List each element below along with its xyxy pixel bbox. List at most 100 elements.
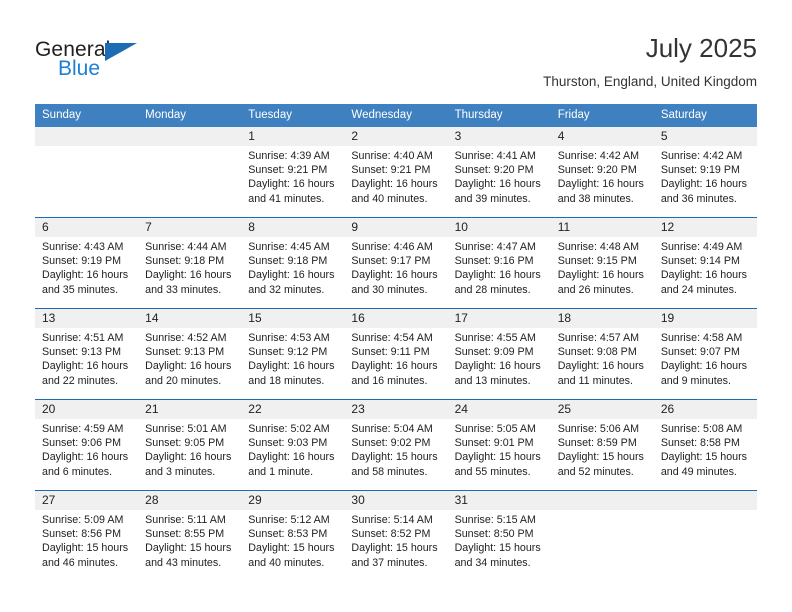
sunrise-text: Sunrise: 5:06 AM — [557, 423, 640, 435]
sunset-text: Sunset: 9:01 PM — [454, 437, 534, 450]
daylight-text: Daylight: 16 hours — [145, 360, 232, 373]
day-number[interactable]: 31 — [448, 491, 551, 510]
sunrise-text: Sunrise: 4:49 AM — [660, 241, 743, 253]
sunrise-text: Sunrise: 4:42 AM — [557, 150, 640, 162]
day-number[interactable]: 1 — [241, 127, 344, 146]
day-cell[interactable]: Sunrise: 4:55 AM Sunset: 9:09 PM Daylight:… — [448, 328, 551, 399]
sunset-text: Sunset: 9:02 PM — [351, 437, 431, 450]
day-number[interactable]: 5 — [654, 127, 757, 146]
day-cell-empty — [138, 146, 241, 217]
day-number[interactable]: 11 — [551, 218, 654, 237]
daylight-text-cont: and 3 minutes. — [145, 465, 216, 478]
day-number[interactable]: 25 — [551, 400, 654, 419]
day-cell[interactable]: Sunrise: 4:47 AM Sunset: 9:16 PM Daylight:… — [448, 237, 551, 308]
daylight-text: Daylight: 16 hours — [248, 178, 335, 191]
day-cell[interactable]: Sunrise: 4:58 AM Sunset: 9:07 PM Daylight:… — [654, 328, 757, 399]
sunrise-text: Sunrise: 4:47 AM — [454, 241, 536, 253]
day-number[interactable]: 16 — [344, 309, 447, 328]
day-cell[interactable]: Sunrise: 4:42 AM Sunset: 9:19 PM Daylight:… — [654, 146, 757, 217]
day-cell[interactable]: Sunrise: 5:06 AM Sunset: 8:59 PM Daylight:… — [551, 419, 654, 490]
day-number[interactable]: 17 — [448, 309, 551, 328]
sunrise-text: Sunrise: 4:41 AM — [454, 150, 536, 162]
day-number[interactable]: 18 — [551, 309, 654, 328]
day-cell[interactable]: Sunrise: 4:43 AM Sunset: 9:19 PM Daylight:… — [35, 237, 138, 308]
day-number[interactable]: 3 — [448, 127, 551, 146]
sunrise-text: Sunrise: 5:12 AM — [248, 514, 330, 526]
day-cell[interactable]: Sunrise: 5:04 AM Sunset: 9:02 PM Daylight:… — [344, 419, 447, 490]
day-number[interactable]: 2 — [344, 127, 447, 146]
day-cell[interactable]: Sunrise: 4:45 AM Sunset: 9:18 PM Daylight:… — [241, 237, 344, 308]
day-number[interactable]: 6 — [35, 218, 138, 237]
sunset-text: Sunset: 9:18 PM — [145, 255, 225, 268]
day-cell[interactable]: Sunrise: 4:49 AM Sunset: 9:14 PM Daylight:… — [654, 237, 757, 308]
day-number[interactable]: 26 — [654, 400, 757, 419]
day-cell[interactable]: Sunrise: 4:59 AM Sunset: 9:06 PM Daylight:… — [35, 419, 138, 490]
day-number[interactable]: 20 — [35, 400, 138, 419]
day-cell[interactable]: Sunrise: 5:08 AM Sunset: 8:58 PM Daylight:… — [654, 419, 757, 490]
day-cell[interactable]: Sunrise: 4:54 AM Sunset: 9:11 PM Daylight:… — [344, 328, 447, 399]
sunrise-text: Sunrise: 4:48 AM — [557, 241, 640, 253]
day-number[interactable]: 29 — [241, 491, 344, 510]
day-cell[interactable]: Sunrise: 5:09 AM Sunset: 8:56 PM Daylight:… — [35, 510, 138, 581]
calendar-week-row: 6 7 8 9 10 11 12 Sunrise: 4:43 AM Sunset: 9:19 P… — [35, 217, 757, 308]
day-cell[interactable]: Sunrise: 5:12 AM Sunset: 8:53 PM Daylight:… — [241, 510, 344, 581]
weekday-header-tuesday: Tuesday — [248, 109, 292, 121]
day-number[interactable]: 4 — [551, 127, 654, 146]
daylight-text: Daylight: 16 hours — [42, 360, 129, 373]
day-details-band: Sunrise: 4:51 AM Sunset: 9:13 PM Daylight:… — [35, 328, 757, 399]
day-number[interactable]: 7 — [138, 218, 241, 237]
sunrise-text: Sunrise: 5:02 AM — [248, 423, 330, 435]
generalblue-logo[interactable]: General Blue — [35, 38, 215, 84]
calendar-weeks: 1 2 3 4 5 Sunrise: 4:39 AM Sunset: 9:21 PM Dayl… — [35, 127, 757, 581]
weekday-header-row: Sunday Monday Tuesday Wednesday Thursday… — [35, 104, 757, 127]
day-cell[interactable]: Sunrise: 4:42 AM Sunset: 9:20 PM Daylight:… — [551, 146, 654, 217]
day-cell[interactable]: Sunrise: 5:01 AM Sunset: 9:05 PM Daylight:… — [138, 419, 241, 490]
page-title: July 2025 — [645, 33, 757, 63]
day-number[interactable]: 27 — [35, 491, 138, 510]
day-cell[interactable]: Sunrise: 5:15 AM Sunset: 8:50 PM Daylight:… — [448, 510, 551, 581]
day-cell[interactable]: Sunrise: 4:39 AM Sunset: 9:21 PM Daylight:… — [241, 146, 344, 217]
day-cell[interactable]: Sunrise: 4:57 AM Sunset: 9:08 PM Daylight:… — [551, 328, 654, 399]
day-number[interactable]: 9 — [344, 218, 447, 237]
day-cell[interactable]: Sunrise: 4:53 AM Sunset: 9:12 PM Daylight:… — [241, 328, 344, 399]
day-cell[interactable]: Sunrise: 5:02 AM Sunset: 9:03 PM Daylight:… — [241, 419, 344, 490]
sunset-text: Sunset: 8:59 PM — [557, 437, 637, 450]
sunrise-text: Sunrise: 5:11 AM — [145, 514, 226, 526]
sunset-text: Sunset: 9:08 PM — [557, 346, 637, 359]
daylight-text-cont: and 26 minutes. — [557, 283, 634, 296]
daylight-text-cont: and 55 minutes. — [454, 465, 531, 478]
day-number[interactable]: 14 — [138, 309, 241, 328]
sunset-text: Sunset: 8:55 PM — [145, 528, 225, 541]
day-cell[interactable]: Sunrise: 5:14 AM Sunset: 8:52 PM Daylight:… — [344, 510, 447, 581]
day-cell[interactable]: Sunrise: 5:11 AM Sunset: 8:55 PM Daylight:… — [138, 510, 241, 581]
day-number[interactable]: 28 — [138, 491, 241, 510]
day-number[interactable]: 24 — [448, 400, 551, 419]
sunset-text: Sunset: 9:20 PM — [454, 164, 534, 177]
day-cell[interactable]: Sunrise: 4:41 AM Sunset: 9:20 PM Daylight:… — [448, 146, 551, 217]
day-cell[interactable]: Sunrise: 4:48 AM Sunset: 9:15 PM Daylight:… — [551, 237, 654, 308]
daylight-text-cont: and 39 minutes. — [454, 192, 531, 205]
day-number[interactable]: 30 — [344, 491, 447, 510]
day-cell[interactable]: Sunrise: 4:51 AM Sunset: 9:13 PM Daylight:… — [35, 328, 138, 399]
day-number-band: 6 7 8 9 10 11 12 — [35, 218, 757, 237]
day-number[interactable]: 12 — [654, 218, 757, 237]
sunset-text: Sunset: 9:11 PM — [351, 346, 430, 359]
day-number[interactable]: 22 — [241, 400, 344, 419]
day-cell-empty — [551, 510, 654, 581]
day-number[interactable]: 23 — [344, 400, 447, 419]
daylight-text-cont: and 52 minutes. — [557, 465, 634, 478]
day-number[interactable]: 15 — [241, 309, 344, 328]
sunset-text: Sunset: 9:16 PM — [454, 255, 534, 268]
day-cell[interactable]: Sunrise: 5:05 AM Sunset: 9:01 PM Daylight:… — [448, 419, 551, 490]
day-number[interactable]: 8 — [241, 218, 344, 237]
day-number-band: 27 28 29 30 31 — [35, 491, 757, 510]
day-cell[interactable]: Sunrise: 4:46 AM Sunset: 9:17 PM Daylight:… — [344, 237, 447, 308]
day-cell[interactable]: Sunrise: 4:44 AM Sunset: 9:18 PM Daylight:… — [138, 237, 241, 308]
daylight-text-cont: and 40 minutes. — [351, 192, 428, 205]
day-number[interactable]: 19 — [654, 309, 757, 328]
day-cell[interactable]: Sunrise: 4:40 AM Sunset: 9:21 PM Daylight:… — [344, 146, 447, 217]
day-cell[interactable]: Sunrise: 4:52 AM Sunset: 9:13 PM Daylight:… — [138, 328, 241, 399]
day-number[interactable]: 13 — [35, 309, 138, 328]
day-number[interactable]: 21 — [138, 400, 241, 419]
day-number[interactable]: 10 — [448, 218, 551, 237]
